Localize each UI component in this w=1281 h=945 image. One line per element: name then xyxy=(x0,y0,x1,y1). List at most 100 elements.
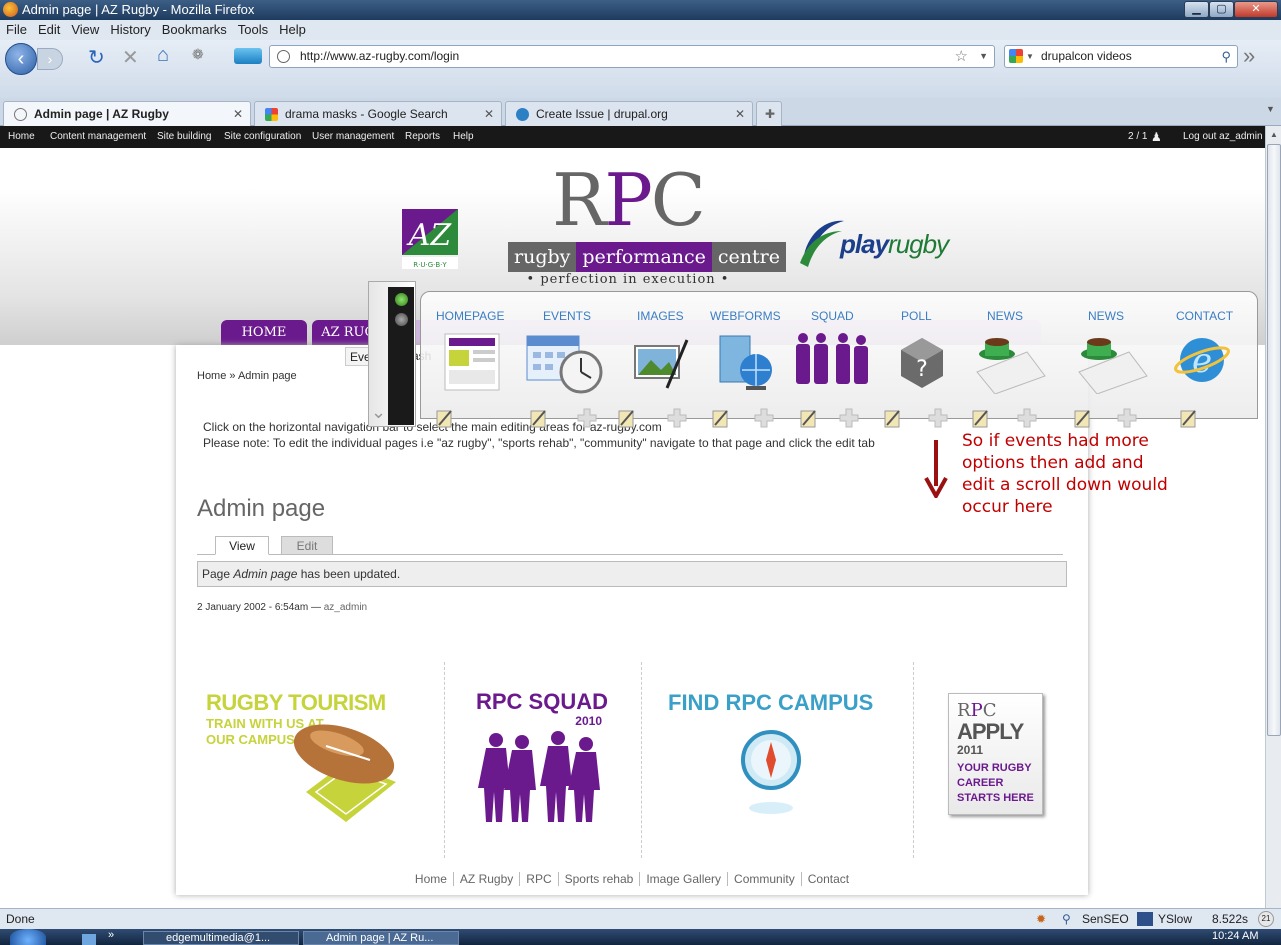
admin-help-link[interactable]: Help xyxy=(453,126,474,148)
webforms-globe-icon[interactable] xyxy=(716,332,778,394)
stop-icon[interactable]: ✕ xyxy=(122,45,139,70)
tab-view[interactable]: View xyxy=(215,536,269,555)
toolbar-settings-icon[interactable] xyxy=(395,313,408,326)
scrollbar-thumb[interactable] xyxy=(1267,144,1281,736)
taskbar-item-edgemultimedia[interactable]: edgemultimedia@1... xyxy=(143,931,299,945)
cat-poll[interactable]: POLL xyxy=(901,309,932,323)
nav-home[interactable]: HOME xyxy=(221,320,307,346)
admin-reports-link[interactable]: Reports xyxy=(405,126,440,148)
add-images-icon[interactable] xyxy=(667,407,687,429)
minimize-button[interactable]: ▁ xyxy=(1184,1,1209,18)
search-icon[interactable]: ⚲ xyxy=(1221,46,1231,67)
footer-community-link[interactable]: Community xyxy=(728,872,802,886)
quicklaunch-more-icon[interactable]: » xyxy=(108,929,114,941)
add-events-icon[interactable] xyxy=(577,407,597,429)
poll-question-icon[interactable]: ? xyxy=(891,332,953,394)
add-webforms-icon[interactable] xyxy=(754,407,774,429)
scroll-up-icon[interactable]: ▲ xyxy=(1270,130,1278,139)
edit-contact-icon[interactable] xyxy=(1179,407,1199,429)
promo-apply[interactable]: RPC APPLY 2011 YOUR RUGBY CAREER STARTS … xyxy=(948,693,1043,815)
add-poll-icon[interactable] xyxy=(928,407,948,429)
image-picture-icon[interactable] xyxy=(631,332,693,394)
menu-history[interactable]: History xyxy=(104,20,155,40)
tab-drama-masks[interactable]: drama masks - Google Search ✕ xyxy=(254,101,502,126)
news-coffee-icon-2[interactable] xyxy=(1069,332,1149,394)
chevron-right-icon[interactable]: » xyxy=(1243,43,1255,69)
reload-icon[interactable]: ↻ xyxy=(88,45,105,70)
menu-view[interactable]: View xyxy=(65,20,104,40)
admin-site-configuration-link[interactable]: Site configuration xyxy=(224,126,301,148)
promo-find-campus[interactable]: FIND RPC CAMPUS xyxy=(668,690,878,830)
home-icon[interactable]: ⌂ xyxy=(157,44,169,67)
edit-homepage-icon[interactable] xyxy=(435,407,455,429)
addon-icon[interactable]: ❁ xyxy=(192,46,204,63)
engine-dropdown-icon[interactable]: ▼ xyxy=(1026,46,1034,67)
search-bar[interactable]: ▼ drupalcon videos ⚲ xyxy=(1004,45,1238,68)
cat-contact[interactable]: CONTACT xyxy=(1176,309,1233,323)
bookmark-star-icon[interactable]: ☆ xyxy=(955,46,968,67)
new-tab-button[interactable]: ✚ xyxy=(756,101,782,126)
maximize-button[interactable]: ▢ xyxy=(1209,1,1234,18)
status-badge[interactable]: 21 xyxy=(1258,911,1274,927)
cat-homepage[interactable]: HOMEPAGE xyxy=(436,309,504,323)
tab-edit[interactable]: Edit xyxy=(281,536,333,555)
footer-sports-rehab-link[interactable]: Sports rehab xyxy=(558,872,641,886)
firebug-icon[interactable]: ✹ xyxy=(1036,909,1046,929)
clock[interactable]: 10:24 AM xyxy=(1212,930,1258,942)
yslow-label[interactable]: YSlow xyxy=(1158,909,1192,929)
admin-content-management-link[interactable]: Content management xyxy=(50,126,146,148)
promo-rugby-tourism[interactable]: RUGBY TOURISM TRAIN WITH US AT OUR CAMPU… xyxy=(206,690,426,830)
menu-tools[interactable]: Tools xyxy=(232,20,273,40)
tab-admin-page[interactable]: Admin page | AZ Rugby ✕ xyxy=(3,101,251,127)
close-tab-icon[interactable]: ✕ xyxy=(484,102,494,126)
logout-link[interactable]: Log out az_admin xyxy=(1183,126,1263,148)
footer-az-rugby-link[interactable]: AZ Rugby xyxy=(453,872,521,886)
news-coffee-icon[interactable] xyxy=(967,332,1047,394)
edit-images-icon[interactable] xyxy=(617,407,637,429)
edit-events-icon[interactable] xyxy=(529,407,549,429)
rpc-logo[interactable]: RPC rugby performance centre • perfectio… xyxy=(508,158,786,288)
author-link[interactable]: az_admin xyxy=(324,602,367,613)
list-tabs-icon[interactable]: ▼ xyxy=(1266,104,1275,114)
close-window-button[interactable]: ✕ xyxy=(1234,1,1278,18)
edit-news-2-icon[interactable] xyxy=(1073,407,1093,429)
admin-site-building-link[interactable]: Site building xyxy=(157,126,211,148)
cat-news-2[interactable]: NEWS xyxy=(1088,309,1124,323)
close-tab-icon[interactable]: ✕ xyxy=(233,102,243,126)
menu-bookmarks[interactable]: Bookmarks xyxy=(156,20,232,40)
close-tab-icon[interactable]: ✕ xyxy=(735,102,745,126)
playrugby-logo[interactable]: playrugby xyxy=(796,215,949,270)
cat-news[interactable]: NEWS xyxy=(987,309,1023,323)
menu-file[interactable]: File xyxy=(0,20,32,40)
senseo-label[interactable]: SenSEO xyxy=(1082,909,1129,929)
forward-button[interactable]: › xyxy=(37,48,63,70)
senseo-search-icon[interactable]: ⚲ xyxy=(1062,909,1071,929)
collapse-chevron-icon[interactable]: ⌄ xyxy=(371,402,386,423)
footer-home-link[interactable]: Home xyxy=(408,872,454,886)
google-search-engine-icon[interactable] xyxy=(1009,49,1023,63)
cat-events[interactable]: EVENTS xyxy=(543,309,591,323)
url-dropdown-icon[interactable]: ▼ xyxy=(979,46,988,67)
start-button-icon[interactable] xyxy=(10,929,46,945)
footer-rpc-link[interactable]: RPC xyxy=(520,872,559,886)
edit-poll-icon[interactable] xyxy=(883,407,903,429)
admin-user-management-link[interactable]: User management xyxy=(312,126,394,148)
edit-news-icon[interactable] xyxy=(971,407,991,429)
calendar-clock-icon[interactable] xyxy=(525,332,605,394)
cat-webforms[interactable]: WEBFORMS xyxy=(710,309,781,323)
add-squad-icon[interactable] xyxy=(839,407,859,429)
breadcrumb[interactable]: Home » Admin page xyxy=(197,370,297,382)
menu-edit[interactable]: Edit xyxy=(32,20,65,40)
contact-ie-icon[interactable]: e xyxy=(1171,332,1233,394)
menu-help[interactable]: Help xyxy=(273,20,311,40)
promo-rpc-squad[interactable]: RPC SQUAD 2010 xyxy=(472,690,612,830)
back-button[interactable]: ‹ xyxy=(5,43,37,75)
edit-squad-icon[interactable] xyxy=(799,407,819,429)
yslow-icon[interactable] xyxy=(1137,912,1153,926)
tab-create-issue[interactable]: Create Issue | drupal.org ✕ xyxy=(505,101,753,126)
admin-home-link[interactable]: Home xyxy=(8,126,35,148)
squad-icon[interactable] xyxy=(791,332,871,394)
edit-webforms-icon[interactable] xyxy=(711,407,731,429)
taskbar-item-admin-page[interactable]: Admin page | AZ Ru... xyxy=(303,931,459,945)
add-news-2-icon[interactable] xyxy=(1117,407,1137,429)
